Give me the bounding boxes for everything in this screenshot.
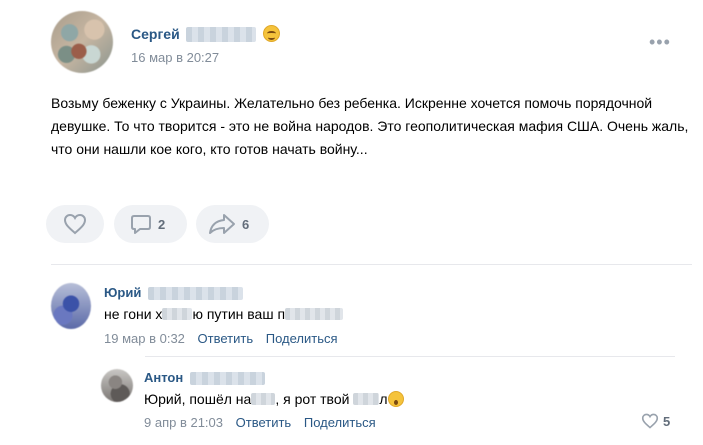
- shares-count: 6: [242, 216, 250, 232]
- comment-likes-count: 5: [663, 413, 671, 429]
- post-text: Возьму беженку с Украины. Желательно без…: [51, 95, 689, 157]
- heart-icon: [641, 413, 659, 429]
- comment-meta: 19 мар в 0:32 Ответить Поделиться: [104, 331, 338, 346]
- comment-date[interactable]: 9 апр в 21:03: [144, 415, 223, 430]
- divider: [145, 356, 675, 357]
- commenter-surname-blurred: [148, 287, 243, 300]
- heart-icon: [63, 213, 87, 235]
- censored-blur: [353, 393, 380, 405]
- share-link[interactable]: Поделиться: [304, 415, 376, 430]
- like-button[interactable]: [46, 205, 104, 243]
- wall-post: Сергей 16 мар в 20:27 ••• Возьму беженку…: [0, 0, 703, 445]
- comment-text-part: Юрий, пошёл на: [144, 391, 252, 407]
- commenter-surname-blurred: [190, 372, 265, 385]
- comment-date[interactable]: 19 мар в 0:32: [104, 331, 185, 346]
- shocked-emoji-icon: [387, 391, 404, 407]
- comment-like-button[interactable]: 5: [641, 413, 670, 429]
- commenter-avatar[interactable]: [101, 369, 133, 402]
- divider: [51, 264, 692, 265]
- comment-text-part: не гони х: [104, 306, 163, 322]
- commenter-name[interactable]: Антон: [144, 370, 183, 385]
- comments-count: 2: [158, 216, 166, 232]
- commenter-name[interactable]: Юрий: [104, 285, 141, 300]
- share-button[interactable]: 6: [196, 205, 269, 243]
- share-arrow-icon: [209, 214, 235, 234]
- smile-emoji-icon: [263, 25, 280, 42]
- commenter-avatar[interactable]: [51, 283, 91, 329]
- comment-text-part: л: [379, 391, 388, 407]
- more-options-icon[interactable]: •••: [649, 33, 671, 51]
- comments-button[interactable]: 2: [114, 205, 187, 243]
- censored-blur: [162, 308, 193, 320]
- author-surname-blurred: [186, 27, 256, 42]
- comment-text: Юрий, пошёл на , я рот твой л: [144, 391, 404, 407]
- share-link[interactable]: Поделиться: [266, 331, 338, 346]
- comment-text-part: , я рот твой: [275, 391, 350, 407]
- censored-blur: [285, 308, 344, 320]
- reply-link[interactable]: Ответить: [236, 415, 292, 430]
- comment-text-part: ю путин ваш п: [192, 306, 286, 322]
- reply-link[interactable]: Ответить: [198, 331, 254, 346]
- comment-meta: 9 апр в 21:03 Ответить Поделиться: [144, 415, 376, 430]
- author-avatar[interactable]: [51, 11, 113, 73]
- comment-icon: [131, 215, 151, 234]
- comment-text: не гони х ю путин ваш п: [104, 306, 344, 322]
- author-name[interactable]: Сергей: [131, 26, 180, 42]
- post-date[interactable]: 16 мар в 20:27: [131, 50, 219, 65]
- censored-blur: [251, 393, 276, 405]
